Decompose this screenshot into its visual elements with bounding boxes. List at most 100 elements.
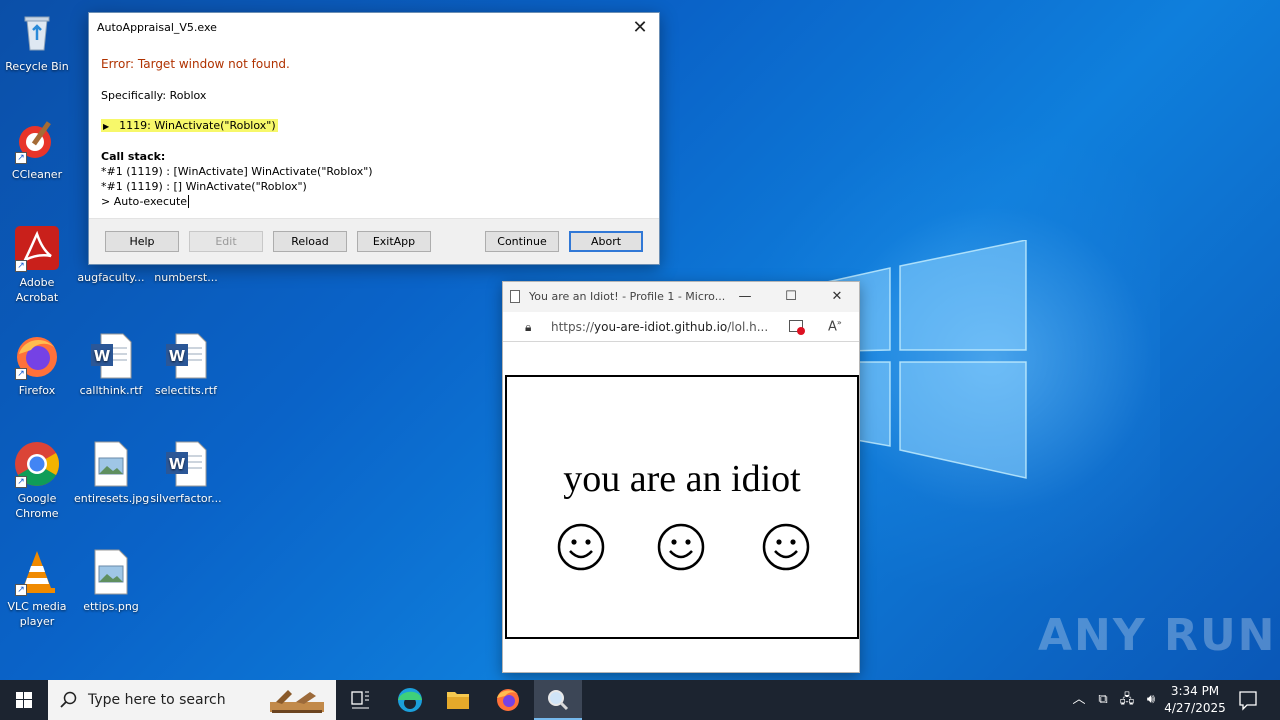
browser-tab-title: You are an Idiot! - Profile 1 - Micro... [529,290,726,303]
clock-date: 4/27/2025 [1164,701,1226,715]
desktop-icon-callthink[interactable]: W callthink.rtf [74,332,148,398]
clock-time: 3:34 PM [1170,684,1220,698]
edit-button[interactable]: Edit [189,231,263,252]
notification-center-icon[interactable] [1234,680,1262,720]
taskbar-firefox-button[interactable] [484,680,532,720]
search-highlight-art-icon [270,690,324,713]
task-view-button[interactable] [336,680,384,720]
call-stack-header: Call stack: [101,150,166,163]
desktop-icon-ettips[interactable]: ettips.png [74,548,148,614]
word-doc-icon: W [162,332,210,380]
browser-title-bar[interactable]: You are an Idiot! - Profile 1 - Micro...… [503,282,859,312]
abort-button[interactable]: Abort [569,231,643,252]
close-icon[interactable]: ✕ [629,17,651,39]
taskbar: Type here to search ︿ ⧉ 🖧︎ 🔊︎ 3:34 PM 4/… [0,680,1280,720]
desktop-icon-google-chrome[interactable]: ↗ Google Chrome [0,440,74,521]
desktop-icon-silverfactor[interactable]: W silverfactor... [149,440,223,506]
url-text[interactable]: https://you-are-idiot.github.io/lol.h... [551,320,776,334]
start-button[interactable] [0,680,48,720]
highlighted-line-text: 1119: WinActivate("Roblox") [119,119,276,132]
shortcut-arrow-icon: ↗ [15,260,27,272]
desktop-icon-selectits[interactable]: W selectits.rtf [149,332,223,398]
desktop-icon-label: Google Chrome [15,492,59,520]
desktop-icon-label: silverfactor... [150,492,222,505]
highlighted-source-line: ▶ 1119: WinActivate("Roblox") [101,119,278,132]
search-placeholder: Type here to search [88,692,226,708]
svg-text:W: W [169,347,186,365]
firefox-icon: ↗ [13,332,61,380]
desktop-icon-firefox[interactable]: ↗ Firefox [0,332,74,398]
page-content: you are an idiot [505,375,859,639]
dialog-button-bar: Help Edit Reload ExitApp Continue Abort [89,218,659,264]
desktop-icon-label: augfaculty... [77,271,145,284]
desktop-icon-label: VLC media player [7,600,67,628]
image-file-icon [87,440,135,488]
taskbar-explorer-button[interactable] [434,680,482,720]
anyrun-watermark: ANY RUN [1038,610,1277,661]
vlc-icon: ↗ [13,548,61,596]
acrobat-icon: ↗ [13,224,61,272]
taskbar-edge-button[interactable] [386,680,434,720]
recycle-bin-icon [13,8,61,56]
folder-icon [447,692,469,709]
magnifier-app-icon [548,690,569,711]
shortcut-arrow-icon: ↗ [15,368,27,380]
desktop-icon-label: Firefox [18,384,56,397]
read-aloud-icon[interactable]: A» [828,318,842,334]
word-doc-icon: W [162,440,210,488]
smiley-face-icon [762,523,810,571]
call-stack[interactable]: Call stack: *#1 (1119) : [WinActivate] W… [101,149,373,209]
desktop-icon-adobe-acrobat[interactable]: ↗ Adobe Acrobat [0,224,74,305]
close-icon[interactable]: ✕ [823,286,851,308]
chrome-icon: ↗ [13,440,61,488]
error-dialog: AutoAppraisal_V5.exe ✕ Error: Target win… [88,12,660,265]
lock-icon: 🔒︎ [525,320,532,334]
tray-overflow-chevron-icon[interactable]: ︿ [1068,680,1090,720]
smiley-face-icon [557,523,605,571]
desktop-icon-label: ettips.png [83,600,139,613]
word-doc-icon: W [87,332,135,380]
browser-window: You are an Idiot! - Profile 1 - Micro...… [502,281,860,673]
dialog-title: AutoAppraisal_V5.exe [97,21,217,34]
address-bar[interactable]: 🔒︎ https://you-are-idiot.github.io/lol.h… [503,312,859,342]
shortcut-arrow-icon: ↗ [15,584,27,596]
exitapp-button[interactable]: ExitApp [357,231,431,252]
taskbar-clock[interactable]: 3:34 PM 4/27/2025 [1160,683,1230,717]
desktop-icon-vlc[interactable]: ↗ VLC media player [0,548,74,629]
smiley-face-icon [657,523,705,571]
idiot-text: you are an idiot [563,458,801,500]
image-file-icon [87,548,135,596]
network-icon[interactable]: 🖧︎ [1116,680,1138,720]
volume-icon[interactable]: 🔊︎ [1140,680,1162,720]
error-message: Error: Target window not found. [101,57,290,71]
maximize-icon[interactable]: ☐ [777,286,805,308]
desktop-icon-augfaculty[interactable]: augfaculty... [74,270,148,285]
page-icon [510,290,520,303]
taskbar-search-box[interactable]: Type here to search [48,680,336,720]
svg-text:W: W [94,347,111,365]
desktop-icon-ccleaner[interactable]: ↗ CCleaner [0,116,74,182]
svg-text:W: W [169,455,186,473]
desktop-icon-label: callthink.rtf [79,384,143,397]
desktop-icon-label: selectits.rtf [155,384,217,397]
desktop-icon-numberst[interactable]: numberst... [149,270,223,285]
desktop-icon-recycle-bin[interactable]: Recycle Bin [0,8,74,74]
windows-start-icon [16,692,32,708]
shortcut-arrow-icon: ↗ [15,152,27,164]
tray-device-icon[interactable]: ⧉ [1092,680,1114,720]
ccleaner-icon: ↗ [13,116,61,164]
search-icon [60,691,77,708]
call-stack-line: *#1 (1119) : [WinActivate] WinActivate("… [101,165,373,178]
desktop-icon-label: Adobe Acrobat [15,276,59,304]
firefox-icon [497,689,519,711]
task-view-icon [351,691,369,709]
continue-button[interactable]: Continue [485,231,559,252]
shortcut-arrow-icon: ↗ [15,476,27,488]
current-line-arrow-icon: ▶ [103,122,110,131]
desktop-icon-entiresets[interactable]: entiresets.jpg [74,440,150,506]
help-button[interactable]: Help [105,231,179,252]
minimize-icon[interactable]: — [731,286,759,308]
reload-button[interactable]: Reload [273,231,347,252]
taskbar-autohotkey-button[interactable] [534,680,582,720]
desktop-icon-label: entiresets.jpg [74,492,150,505]
